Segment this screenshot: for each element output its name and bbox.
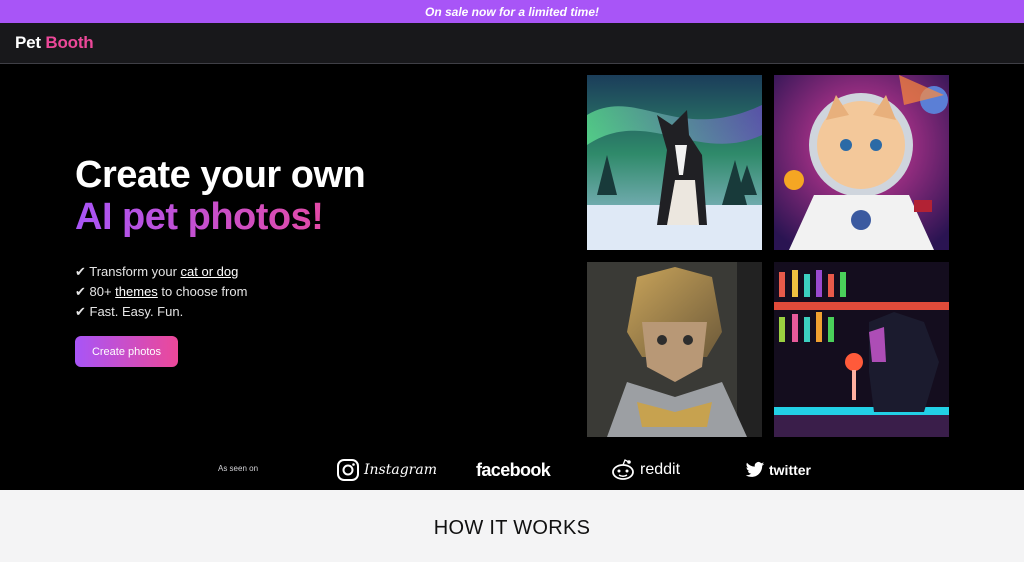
cat-astronaut-image [774, 75, 949, 250]
feature-text-suffix: to choose from [157, 284, 248, 299]
facebook-logo: facebook [476, 456, 551, 484]
cat-or-dog-link[interactable]: cat or dog [181, 264, 239, 279]
as-seen-on-label: As seen on [218, 464, 259, 473]
feature-list: ✔ Transform your cat or dog ✔ 80+ themes… [75, 262, 247, 322]
reddit-logo-text: reddit [640, 461, 681, 478]
reddit-icon [612, 459, 634, 480]
twitter-bird-icon [745, 462, 765, 477]
feature-text: ✔ Fast. Easy. Fun. [75, 304, 184, 319]
brand-part2: Booth [45, 33, 94, 52]
instagram-logo: Instagram [336, 456, 437, 484]
instagram-logo-text: Instagram [364, 462, 437, 478]
dog-aurora-image [587, 75, 762, 250]
hero-title-line2: AI pet photos! [75, 196, 365, 238]
top-navbar: Pet Booth [0, 23, 1024, 64]
promo-text: On sale now for a limited time! [424, 4, 600, 19]
instagram-icon [337, 459, 359, 481]
how-it-works-section: HOW IT WORKS [0, 490, 1024, 562]
brand-logo[interactable]: Pet Booth [15, 33, 94, 53]
dog-bar-image [774, 262, 949, 437]
feature-item: ✔ Transform your cat or dog [75, 262, 247, 282]
how-it-works-heading: HOW IT WORKS [433, 517, 591, 539]
feature-item: ✔ 80+ themes to choose from [75, 282, 247, 302]
themes-link[interactable]: themes [115, 284, 158, 299]
feature-text: ✔ Transform your [75, 264, 181, 279]
feature-text: ✔ 80+ [75, 284, 116, 299]
reddit-logo: reddit [610, 456, 680, 484]
pet-photo-gallery [587, 75, 949, 437]
facebook-logo-text: facebook [476, 459, 551, 480]
hero-title-line1: Create your own [75, 154, 366, 196]
cat-knight-image [587, 262, 762, 437]
create-photos-button[interactable]: Create photos [75, 336, 178, 367]
brand-part1: Pet [15, 33, 41, 52]
hero-title: Create your own AI pet photos! [75, 154, 366, 238]
feature-item: ✔ Fast. Easy. Fun. [75, 302, 247, 322]
promo-banner: On sale now for a limited time! [0, 0, 1024, 23]
twitter-logo: twitter [745, 456, 811, 484]
twitter-logo-text: twitter [769, 462, 811, 478]
